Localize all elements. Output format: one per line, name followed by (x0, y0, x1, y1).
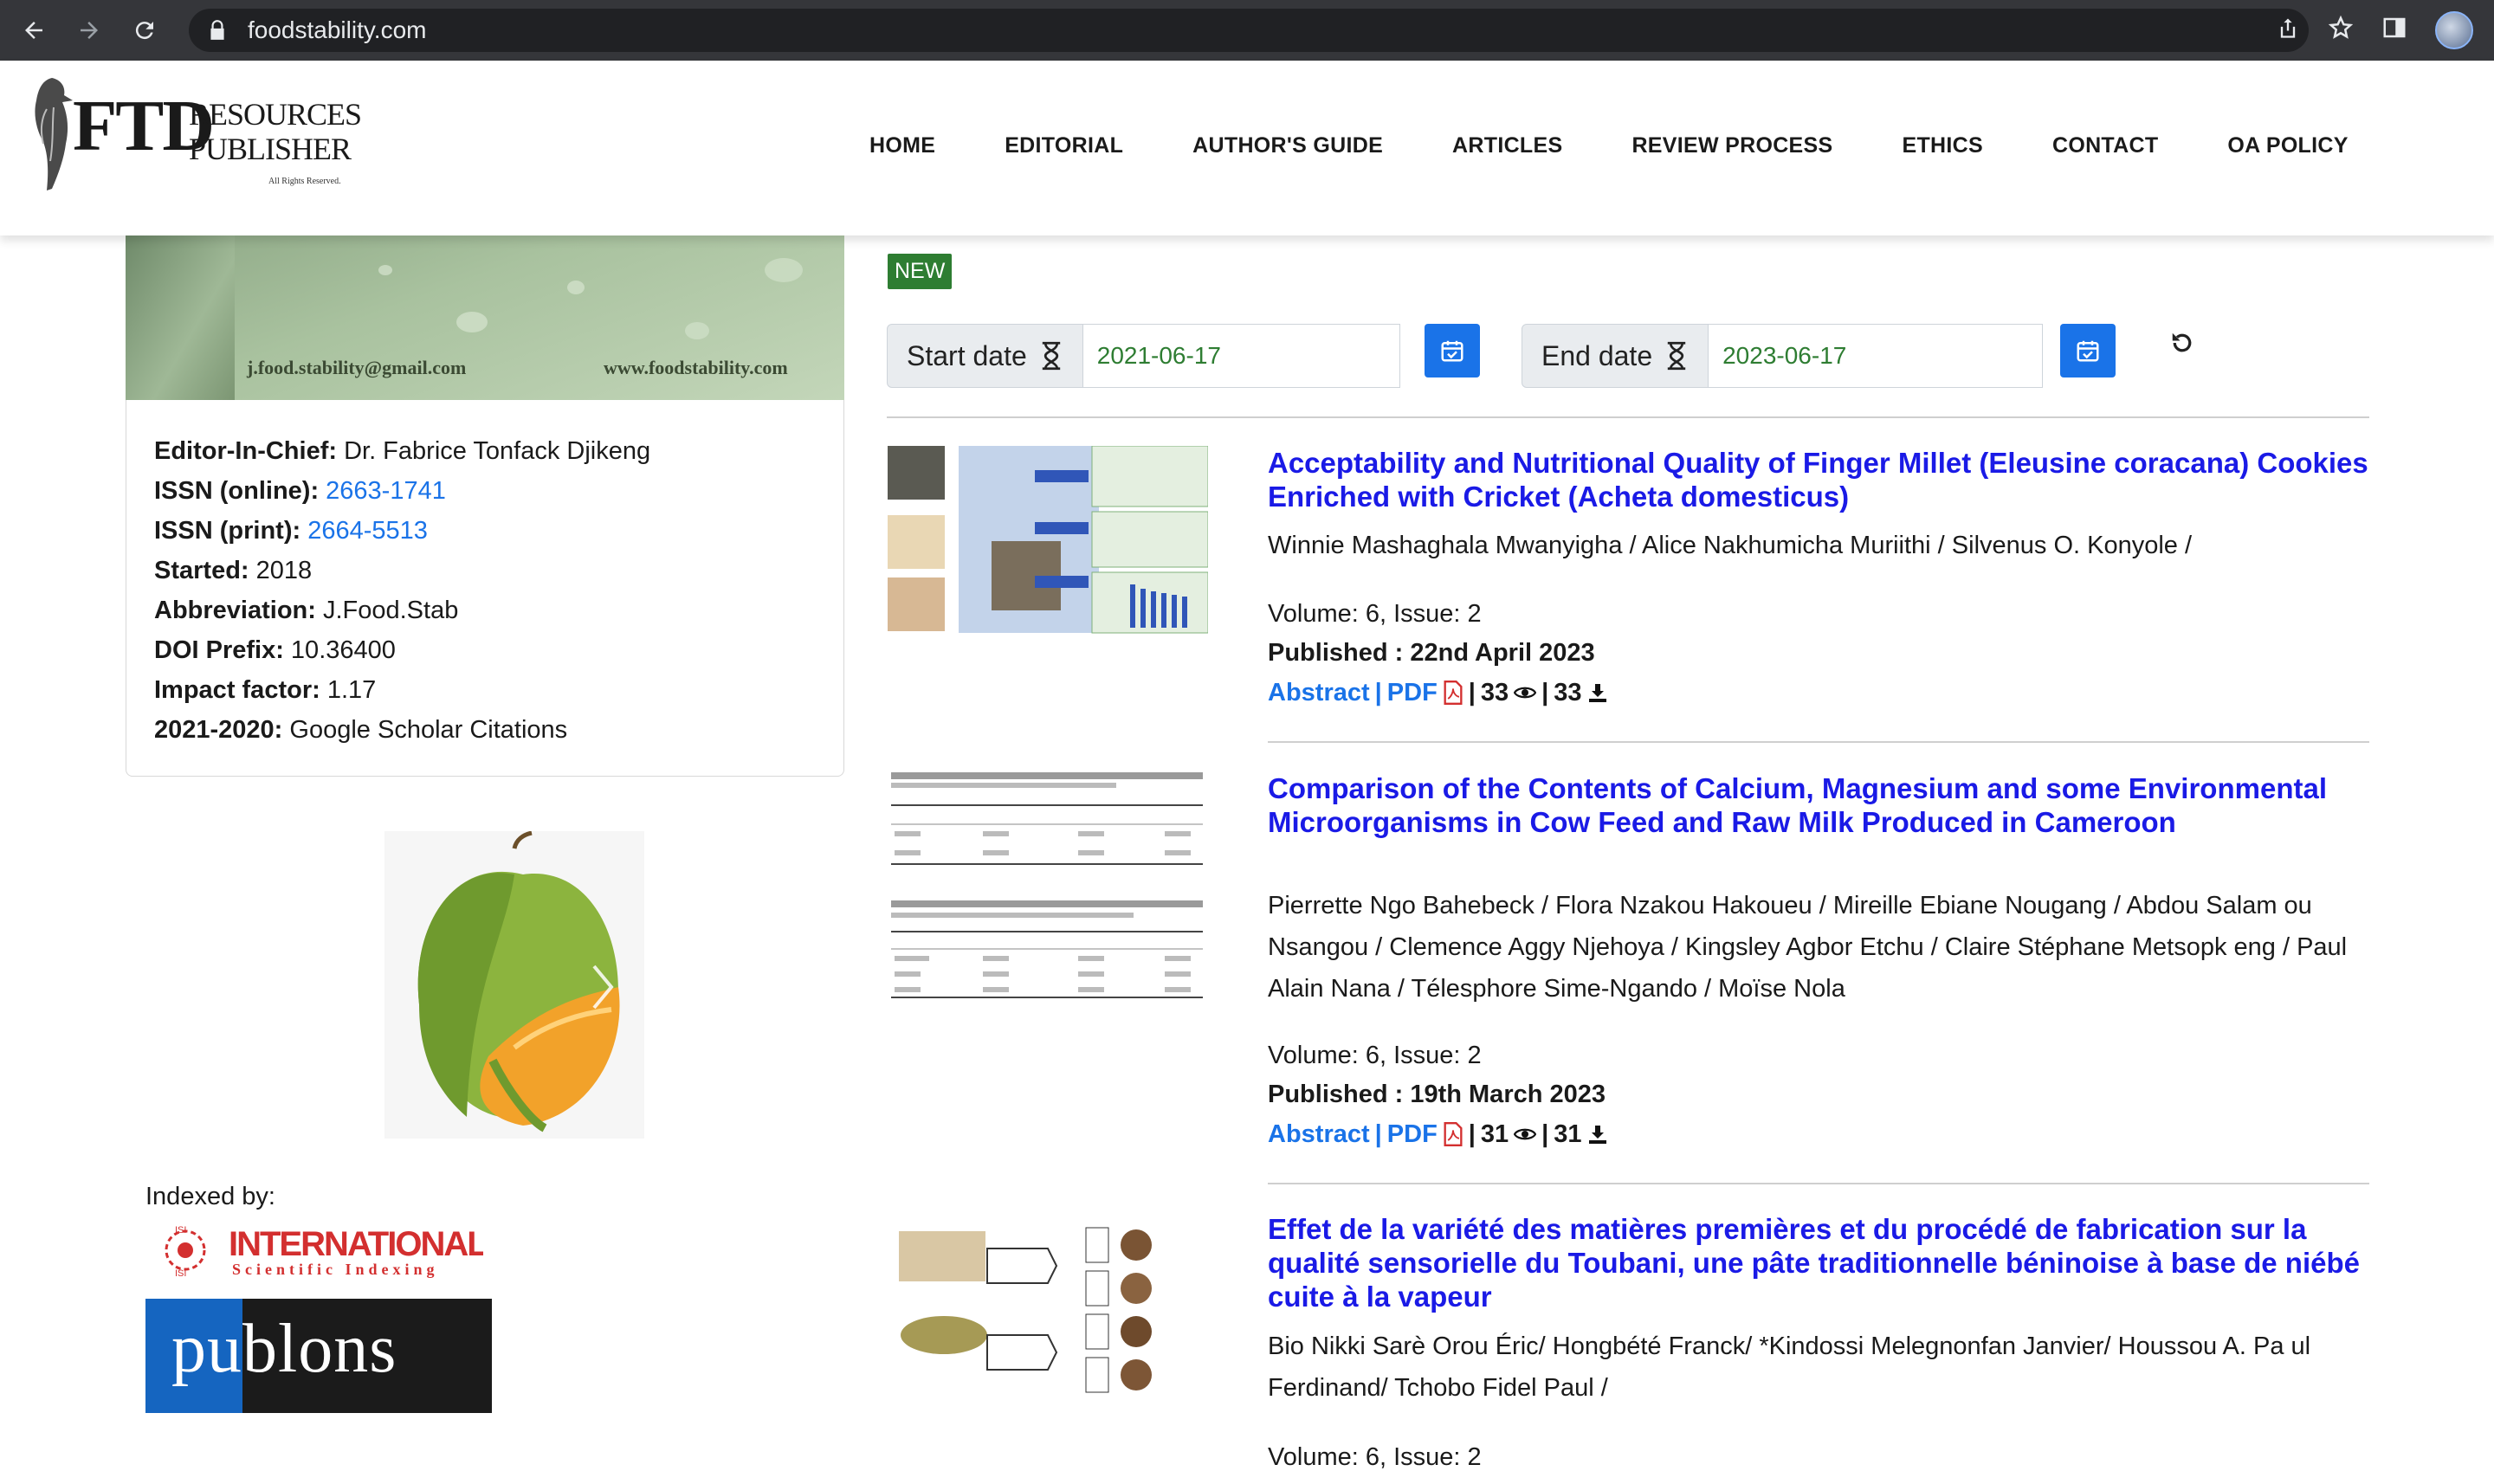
site-header: FTD RESOURCES PUBLISHER All Rights Reser… (0, 61, 2494, 236)
reload-icon[interactable] (123, 9, 166, 52)
article-1-volume: Volume: 6, Issue: 2 (1268, 600, 1482, 628)
isi-mark-top: ISI (175, 1225, 186, 1236)
logo-text: RESOURCES PUBLISHER (189, 97, 362, 166)
article-1-title[interactable]: Acceptability and Nutritional Quality of… (1268, 446, 2376, 513)
journal-cover-banner: j.food.stability@gmail.com www.foodstabi… (126, 236, 844, 400)
filter-divider (887, 416, 2369, 418)
download-icon (1588, 1126, 1606, 1144)
logo-publisher: PUBLISHER (189, 132, 352, 166)
address-bar[interactable]: foodstability.com (189, 9, 2309, 52)
isi-logo[interactable]: ISI ISI INTERNATIONAL Scientific Indexin… (154, 1223, 489, 1280)
lock-icon (210, 20, 224, 40)
article-2-pdf-link[interactable]: PDF (1387, 1114, 1438, 1154)
info-issn-print: ISSN (print): 2664-5513 (154, 517, 428, 545)
issn-online-link[interactable]: 2663-1741 (319, 477, 446, 505)
start-date-filter: Start date 2021-06-17 (887, 324, 1480, 388)
nav-oa-policy[interactable]: OA POLICY (2227, 133, 2348, 158)
star-icon[interactable] (2328, 15, 2354, 47)
nav-authors-guide[interactable]: AUTHOR'S GUIDE (1192, 133, 1383, 158)
article-1-abstract-link[interactable]: Abstract (1268, 673, 1370, 713)
forward-arrow-icon[interactable] (68, 9, 111, 52)
publons-logo[interactable]: publons (145, 1299, 492, 1413)
start-date-input[interactable]: 2021-06-17 (1082, 324, 1400, 388)
article-2-thumbnail[interactable] (888, 771, 1208, 1013)
logo-rights: All Rights Reserved. (268, 177, 341, 186)
article-divider (1268, 1183, 2369, 1184)
logo-resources: RESOURCES (189, 97, 362, 132)
article-2-views: 31 (1480, 1120, 1509, 1148)
end-date-filter: End date 2023-06-17 (1522, 324, 2119, 388)
start-date-label: Start date (887, 324, 1083, 388)
issn-print-link[interactable]: 2664-5513 (300, 517, 428, 545)
hourglass-icon (1042, 341, 1060, 371)
end-date-input[interactable]: 2023-06-17 (1709, 324, 2044, 388)
info-citations: 2021-2020: Google Scholar Citations (154, 716, 568, 744)
eagle-logo-icon (35, 78, 73, 190)
nav-articles[interactable]: ARTICLES (1452, 133, 1562, 158)
ftd-logo[interactable]: FTD RESOURCES PUBLISHER All Rights Reser… (26, 74, 362, 204)
banner-email: j.food.stability@gmail.com (247, 357, 467, 378)
nav-editorial[interactable]: EDITORIAL (1005, 133, 1123, 158)
article-1-thumbnail[interactable] (888, 445, 1209, 635)
article-2-published: Published : 19th March 2023 (1268, 1081, 1606, 1108)
end-calendar-button[interactable] (2060, 324, 2116, 377)
eye-icon (1514, 687, 1537, 699)
share-icon[interactable] (2276, 16, 2300, 46)
download-icon (1588, 684, 1606, 702)
calendar-icon (1441, 340, 1463, 362)
url-text: foodstability.com (248, 16, 427, 43)
publons-text: publons (171, 1311, 397, 1387)
indexed-by-label: Indexed by: (145, 1183, 275, 1210)
isi-title: INTERNATIONAL (229, 1225, 483, 1263)
profile-avatar[interactable] (2435, 11, 2473, 49)
info-editor: Editor-In-Chief: Dr. Fabrice Tonfack Dji… (154, 437, 651, 465)
article-3-title[interactable]: Effet de la variété des matières premièr… (1268, 1212, 2376, 1313)
calendar-icon (2077, 340, 2099, 362)
start-calendar-button[interactable] (1425, 324, 1480, 377)
browser-actions (2276, 9, 2473, 52)
main-nav: HOME EDITORIAL AUTHOR'S GUIDE ARTICLES R… (869, 133, 2418, 158)
article-1-downloads: 33 (1554, 679, 1582, 707)
sidebar-icon[interactable] (2381, 15, 2407, 47)
back-arrow-icon[interactable] (12, 9, 55, 52)
new-badge: NEW (888, 254, 953, 289)
article-2-downloads: 31 (1554, 1120, 1582, 1148)
end-date-label: End date (1522, 324, 1709, 388)
article-1-stats: Abstract | PDF | 33 | 33 (1268, 673, 1608, 713)
eye-icon (1514, 1128, 1537, 1140)
chevron-right-icon[interactable] (585, 961, 620, 1013)
nav-home[interactable]: HOME (869, 133, 935, 158)
hourglass-icon (1667, 341, 1686, 371)
article-3-authors: Bio Nikki Sarè Orou Éric/ Hongbété Franc… (1268, 1332, 2311, 1402)
article-divider (1268, 741, 2369, 743)
nav-ethics[interactable]: ETHICS (1902, 133, 1982, 158)
article-1-published: Published : 22nd April 2023 (1268, 639, 1595, 667)
reset-icon[interactable] (2165, 326, 2200, 360)
info-impact-factor: Impact factor: 1.17 (154, 676, 377, 704)
article-2-authors: Pierrette Ngo Bahebeck / Flora Nzakou Ha… (1268, 892, 2348, 1003)
article-2-abstract-link[interactable]: Abstract (1268, 1114, 1370, 1154)
article-1-pdf-link[interactable]: PDF (1387, 673, 1438, 713)
info-started: Started: 2018 (154, 557, 313, 584)
article-1-views: 33 (1480, 679, 1509, 707)
info-doi-prefix: DOI Prefix: 10.36400 (154, 636, 396, 664)
nav-contact[interactable]: CONTACT (2052, 133, 2158, 158)
article-1-authors: Winnie Mashaghala Mwanyigha / Alice Nakh… (1268, 532, 2193, 559)
info-abbreviation: Abbreviation: J.Food.Stab (154, 597, 459, 624)
article-3-volume: Volume: 6, Issue: 2 (1268, 1443, 1482, 1471)
article-3-thumbnail[interactable] (892, 1223, 1208, 1400)
banner-website: www.foodstability.com (604, 357, 788, 378)
article-2-stats: Abstract | PDF | 31 | 31 (1268, 1114, 1608, 1154)
isi-mark-bottom: ISI (175, 1268, 186, 1279)
article-2-volume: Volume: 6, Issue: 2 (1268, 1042, 1482, 1069)
nav-review-process[interactable]: REVIEW PROCESS (1631, 133, 1832, 158)
isi-subtitle: Scientific Indexing (232, 1261, 439, 1278)
article-2-title[interactable]: Comparison of the Contents of Calcium, M… (1268, 771, 2376, 839)
info-issn-online: ISSN (online): 2663-1741 (154, 477, 446, 505)
journal-info-box: Editor-In-Chief: Dr. Fabrice Tonfack Dji… (126, 400, 844, 777)
slideshow-image (384, 831, 644, 1139)
pdf-icon[interactable] (1443, 681, 1463, 705)
pdf-icon[interactable] (1443, 1122, 1463, 1146)
